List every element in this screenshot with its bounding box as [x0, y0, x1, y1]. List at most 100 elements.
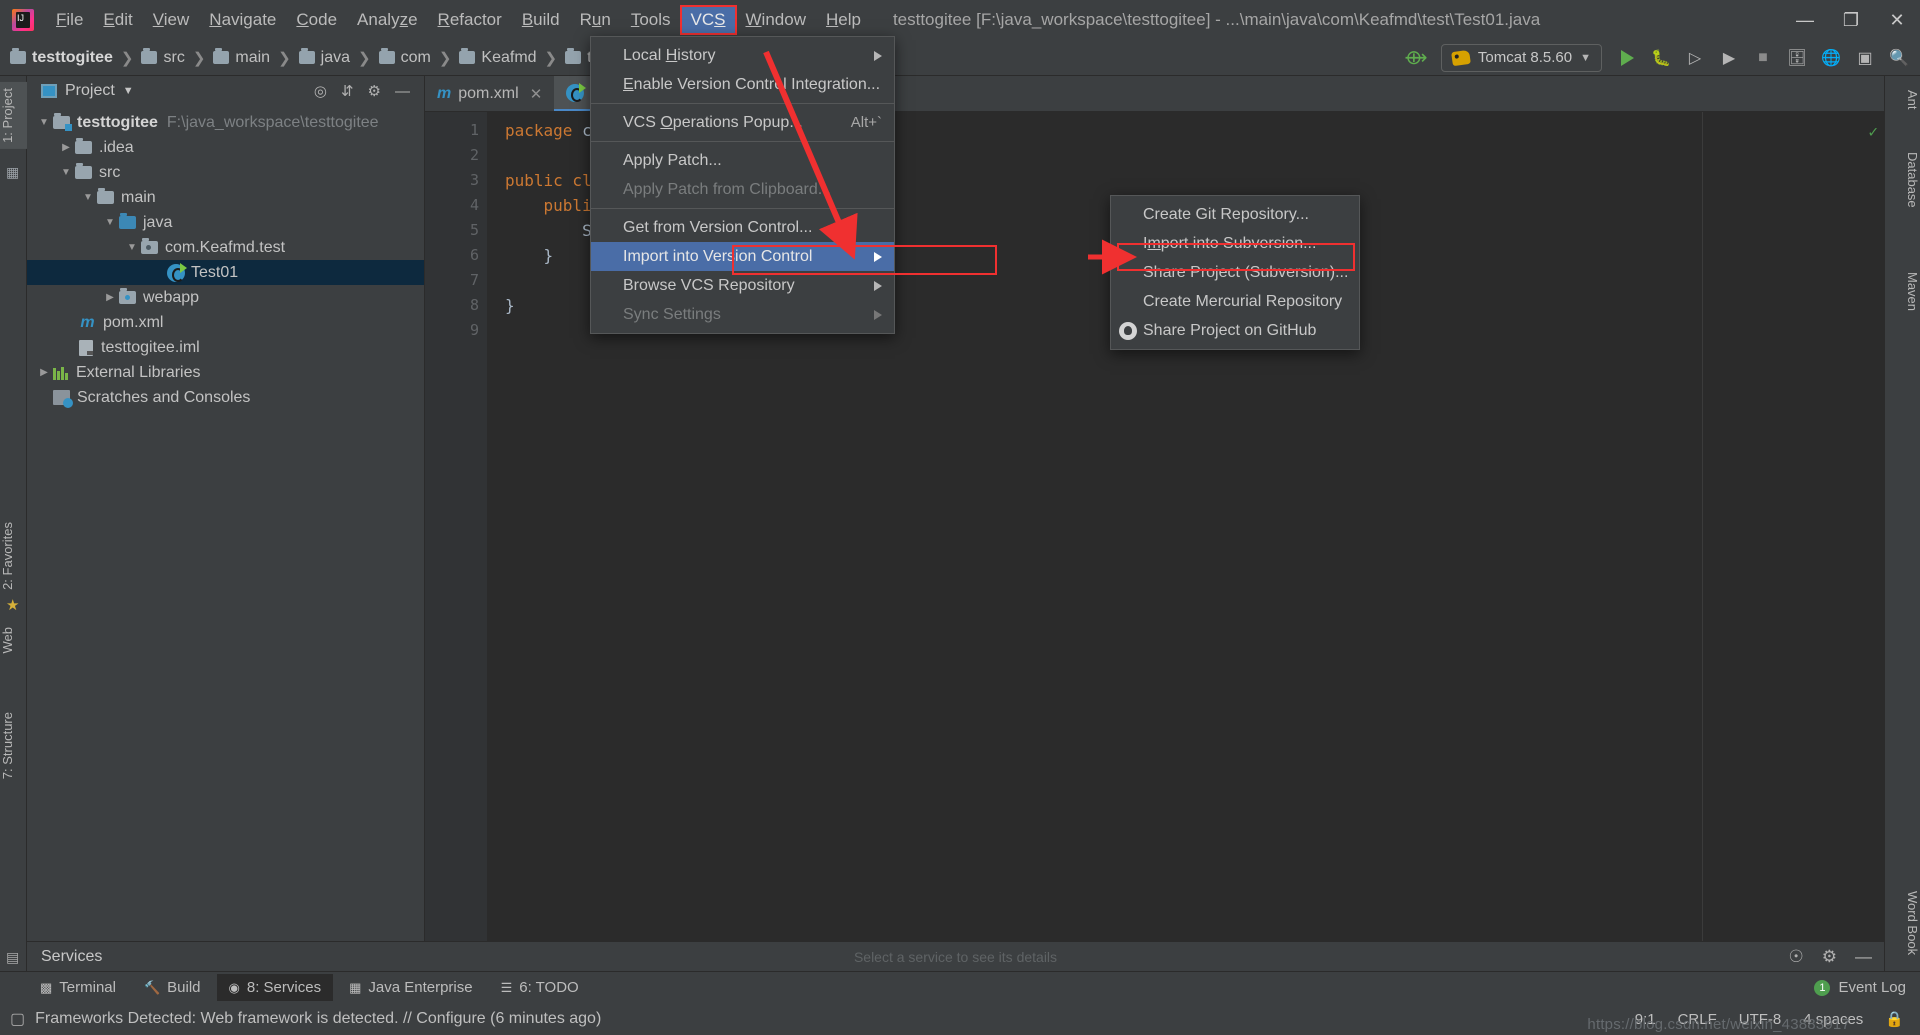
- tree-item-external-libraries[interactable]: ▶ External Libraries: [27, 360, 424, 385]
- status-message[interactable]: Frameworks Detected: Web framework is de…: [35, 1010, 601, 1028]
- menu-item-browse-vcs-repository[interactable]: Browse VCS Repository: [591, 271, 894, 300]
- editor-tab-pomxml[interactable]: m pom.xml ✕: [425, 76, 554, 111]
- menu-build[interactable]: Build: [512, 6, 570, 34]
- build-hammer-icon[interactable]: ⟴: [1401, 44, 1431, 72]
- tree-item-webapp[interactable]: ▶ webapp: [27, 285, 424, 310]
- menu-item-apply-patch[interactable]: Apply Patch...: [591, 146, 894, 175]
- breadcrumb-com[interactable]: com: [377, 48, 433, 67]
- menu-navigate[interactable]: Navigate: [199, 6, 286, 34]
- star-icon[interactable]: ★: [6, 596, 22, 614]
- sidebar-item-favorites[interactable]: 2: Favorites: [0, 516, 27, 596]
- hide-icon[interactable]: —: [395, 83, 410, 100]
- twisty-right-icon[interactable]: ▶: [35, 367, 53, 378]
- twisty-down-icon[interactable]: ▼: [79, 192, 97, 203]
- sidebar-item-ant[interactable]: Ant: [1884, 84, 1920, 116]
- menu-edit[interactable]: Edit: [93, 6, 142, 34]
- menu-view[interactable]: View: [143, 6, 200, 34]
- menu-item-create-git-repository[interactable]: Create Git Repository...: [1111, 200, 1359, 229]
- tree-item-idea[interactable]: ▶ .idea: [27, 135, 424, 160]
- tree-item-testtogitee[interactable]: ▼ testtogitee F:\java_workspace\testtogi…: [27, 110, 424, 135]
- tab-services[interactable]: ◉ 8: Services: [216, 974, 334, 1001]
- menu-code[interactable]: Code: [286, 6, 347, 34]
- gear-icon[interactable]: ⚙: [1822, 947, 1837, 967]
- profile-button[interactable]: ▶: [1714, 44, 1744, 72]
- lock-icon[interactable]: 🔒: [1885, 1010, 1904, 1028]
- project-tree: ▼ testtogitee F:\java_workspace\testtogi…: [27, 106, 424, 410]
- chevron-down-icon[interactable]: ▼: [123, 85, 134, 97]
- menu-refactor[interactable]: Refactor: [428, 6, 512, 34]
- menu-window[interactable]: Window: [736, 6, 816, 34]
- menu-item-local-history[interactable]: Local History: [591, 41, 894, 70]
- hide-icon[interactable]: —: [1855, 947, 1872, 967]
- menu-item-vcs-operations-popup[interactable]: VCS Operations Popup... Alt+`: [591, 108, 894, 137]
- twisty-down-icon[interactable]: ▼: [123, 242, 141, 253]
- tree-item-pomxml[interactable]: m pom.xml: [27, 310, 424, 335]
- twisty-down-icon[interactable]: ▼: [57, 167, 75, 178]
- breadcrumb-src[interactable]: src: [139, 48, 186, 67]
- run-configuration-selector[interactable]: Tomcat 8.5.60 ▼: [1440, 43, 1602, 72]
- sidebar-item-maven[interactable]: Maven: [1884, 266, 1920, 317]
- close-button[interactable]: ✕: [1874, 0, 1920, 40]
- editor-gutter[interactable]: 1 2 3 4▾ 5 6▴ 7 8 9: [425, 112, 517, 971]
- tree-item-iml[interactable]: testtogitee.iml: [27, 335, 424, 360]
- stop-button[interactable]: ■: [1748, 44, 1778, 72]
- sidebar-item-database[interactable]: Database: [1884, 146, 1920, 214]
- collapse-all-icon[interactable]: ⇵: [341, 82, 354, 100]
- menu-item-share-project-on-github[interactable]: Share Project on GitHub: [1111, 316, 1359, 345]
- tab-todo[interactable]: ☰ 6: TODO: [489, 974, 591, 1001]
- tree-item-test01[interactable]: Test01: [27, 260, 424, 285]
- tab-build[interactable]: 🔨 Build: [132, 974, 213, 1001]
- menu-vcs[interactable]: VCS: [679, 5, 737, 35]
- breadcrumb-main[interactable]: main: [211, 48, 272, 67]
- tree-item-java[interactable]: ▼ java: [27, 210, 424, 235]
- menu-item-create-mercurial-repository[interactable]: Create Mercurial Repository: [1111, 287, 1359, 316]
- menu-file[interactable]: File: [46, 6, 93, 34]
- breadcrumb-testtogitee[interactable]: testtogitee: [8, 48, 115, 67]
- run-button[interactable]: [1612, 44, 1642, 72]
- gear-icon[interactable]: ⚙: [368, 82, 381, 100]
- breadcrumb-java[interactable]: java: [297, 48, 352, 67]
- sidebar-item-structure[interactable]: 7: Structure: [0, 706, 27, 785]
- submenu-arrow-icon: [874, 280, 882, 291]
- tab-label: Terminal: [59, 979, 116, 996]
- twisty-down-icon[interactable]: ▼: [35, 117, 53, 128]
- menu-item-enable-vcs-integration[interactable]: Enable Version Control Integration...: [591, 70, 894, 99]
- structure-strip-icon[interactable]: ▦: [6, 164, 22, 180]
- sidebar-item-wordbook[interactable]: Word Book: [1884, 885, 1920, 961]
- inspection-status-icon[interactable]: ✓: [1868, 122, 1878, 141]
- layout-icon[interactable]: ▣: [1850, 44, 1880, 72]
- menu-item-get-from-version-control[interactable]: Get from Version Control...: [591, 213, 894, 242]
- help-icon[interactable]: ☉: [1789, 947, 1804, 967]
- menu-run[interactable]: Run: [570, 6, 621, 34]
- menu-item-share-project-subversion[interactable]: Share Project (Subversion)...: [1111, 258, 1359, 287]
- menu-tools[interactable]: Tools: [621, 6, 681, 34]
- close-icon[interactable]: ✕: [530, 85, 543, 103]
- tree-item-main[interactable]: ▼ main: [27, 185, 424, 210]
- tab-terminal[interactable]: ▩ Terminal: [28, 974, 128, 1001]
- translate-icon[interactable]: 🌐: [1816, 44, 1846, 72]
- tab-java-enterprise[interactable]: ▦ Java Enterprise: [337, 974, 485, 1001]
- tab-event-log[interactable]: Event Log: [1838, 979, 1906, 996]
- twisty-right-icon[interactable]: ▶: [101, 292, 119, 303]
- sidebar-item-web[interactable]: Web: [0, 621, 27, 660]
- breadcrumb-keafmd[interactable]: Keafmd: [457, 48, 538, 67]
- menu-item-import-into-subversion[interactable]: Import into Subversion...: [1111, 229, 1359, 258]
- menu-analyze[interactable]: Analyze: [347, 6, 428, 34]
- terminal-strip-icon[interactable]: ▤: [6, 949, 22, 965]
- menu-help[interactable]: Help: [816, 6, 871, 34]
- twisty-right-icon[interactable]: ▶: [57, 142, 75, 153]
- maximize-button[interactable]: ❐: [1828, 0, 1874, 40]
- locate-icon[interactable]: ◎: [314, 82, 327, 100]
- run-with-coverage-button[interactable]: ▷: [1680, 44, 1710, 72]
- sidebar-item-project[interactable]: 1: Project: [0, 82, 27, 149]
- tree-item-package[interactable]: ▼ com.Keafmd.test: [27, 235, 424, 260]
- update-project-icon[interactable]: 🗄: [1782, 44, 1812, 72]
- services-actions: ☉ ⚙ —: [1789, 947, 1885, 967]
- twisty-down-icon[interactable]: ▼: [101, 217, 119, 228]
- search-icon[interactable]: 🔍: [1884, 44, 1914, 72]
- tree-item-scratches[interactable]: Scratches and Consoles: [27, 385, 424, 410]
- debug-button[interactable]: 🐛: [1646, 44, 1676, 72]
- tree-item-src[interactable]: ▼ src: [27, 160, 424, 185]
- minimize-button[interactable]: —: [1782, 0, 1828, 40]
- menu-item-import-into-version-control[interactable]: Import into Version Control: [591, 242, 894, 271]
